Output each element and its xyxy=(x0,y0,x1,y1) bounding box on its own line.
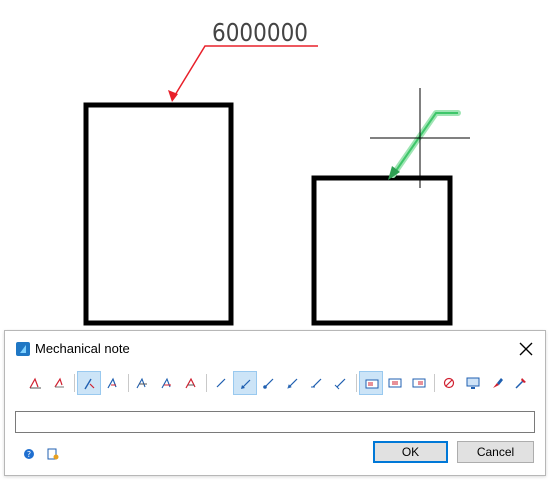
settings-icon[interactable] xyxy=(46,447,60,461)
leader-straight-icon[interactable] xyxy=(209,371,233,395)
svg-text:?: ? xyxy=(27,450,31,459)
dialog-title: Mechanical note xyxy=(35,341,130,356)
leader-dot-icon[interactable] xyxy=(257,371,281,395)
monitor-icon[interactable] xyxy=(461,371,485,395)
crosshair-cursor xyxy=(370,88,470,188)
cancel-button[interactable]: Cancel xyxy=(457,441,534,463)
leader-angle-icon[interactable] xyxy=(305,371,329,395)
note-style-f-icon[interactable] xyxy=(155,371,179,395)
app-icon xyxy=(16,342,30,356)
note-style-e-icon[interactable] xyxy=(131,371,155,395)
close-icon[interactable] xyxy=(515,338,537,360)
leader-slash-icon[interactable] xyxy=(329,371,353,395)
no-symbol-icon[interactable] xyxy=(437,371,461,395)
frame-center-icon[interactable] xyxy=(383,371,407,395)
help-icon[interactable]: ? xyxy=(22,447,36,461)
green-leader-preview xyxy=(388,110,461,180)
leader-arrow-icon[interactable] xyxy=(233,371,257,395)
note-style-a-icon[interactable] xyxy=(23,371,47,395)
red-leader[interactable] xyxy=(168,45,318,102)
note-style-c-icon[interactable] xyxy=(77,371,101,395)
frame-left-icon[interactable] xyxy=(359,371,383,395)
note-style-b-icon[interactable] xyxy=(47,371,71,395)
mechanical-note-dialog: Mechanical note ? OK Cancel xyxy=(4,330,546,476)
left-rectangle[interactable] xyxy=(83,102,234,326)
note-text-input[interactable] xyxy=(15,411,535,433)
leader-note-text[interactable]: 6000000 xyxy=(212,18,308,47)
tool-icon[interactable] xyxy=(509,371,533,395)
ok-button[interactable]: OK xyxy=(373,441,448,463)
note-style-d-icon[interactable] xyxy=(101,371,125,395)
dialog-titlebar[interactable]: Mechanical note xyxy=(5,331,545,367)
right-rectangle[interactable] xyxy=(311,175,453,326)
frame-right-icon[interactable] xyxy=(407,371,431,395)
note-toolbar xyxy=(15,371,539,397)
note-style-g-icon[interactable] xyxy=(179,371,203,395)
leader-curve-icon[interactable] xyxy=(281,371,305,395)
paint-icon[interactable] xyxy=(485,371,509,395)
